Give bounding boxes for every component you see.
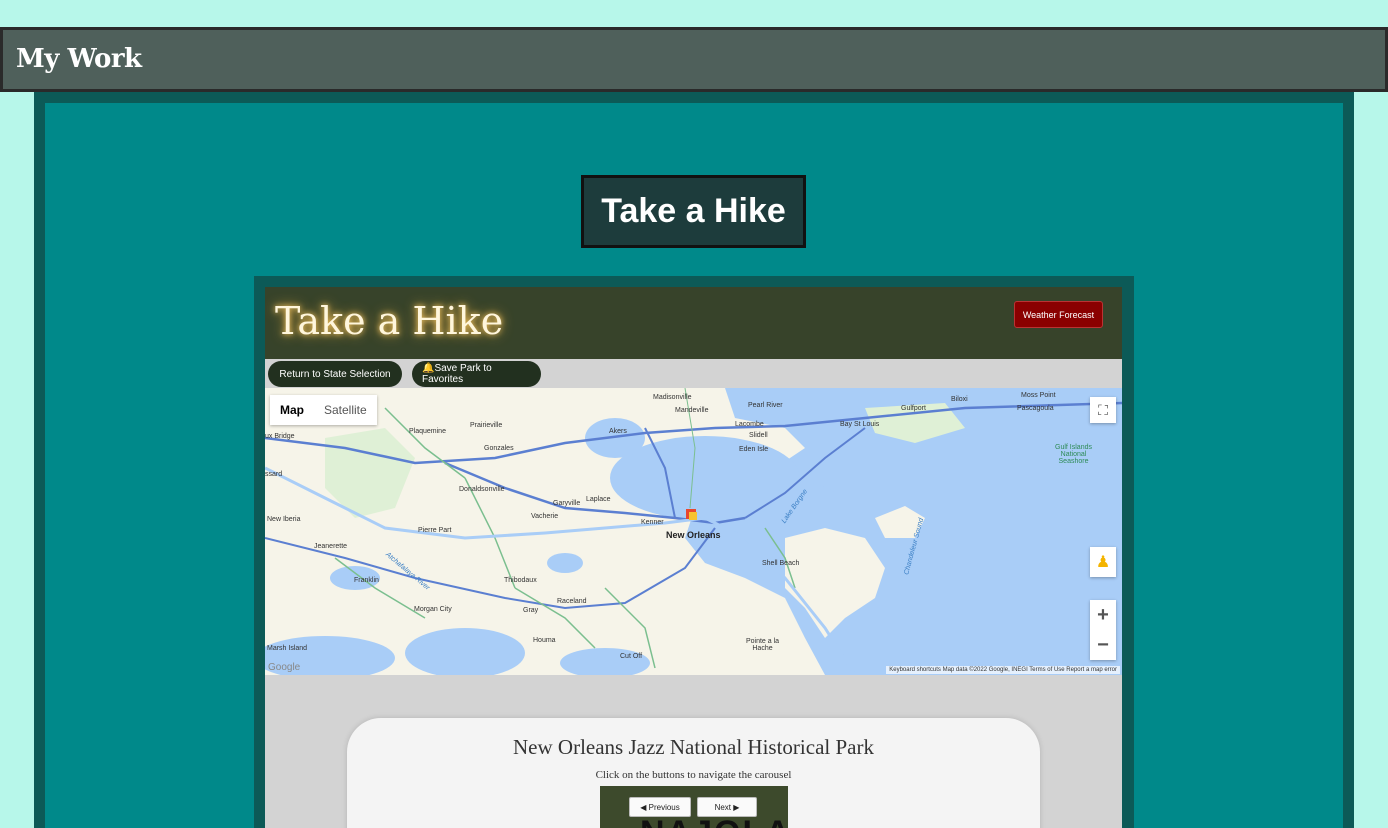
app-logo: Take a Hike	[275, 299, 504, 343]
map-label: Bay St Louis	[840, 421, 880, 428]
map-label: Vacherie	[531, 513, 559, 520]
map-label: Thibodaux	[504, 577, 537, 584]
map-label: Laplace	[586, 496, 611, 503]
map-label: Pearl River	[748, 402, 783, 409]
map-label: Lacombe	[735, 421, 764, 428]
zoom-control: + −	[1090, 600, 1116, 660]
map-label: ux Bridge	[265, 433, 295, 440]
map-label: Cut Off	[620, 653, 643, 660]
zoom-out-button[interactable]: −	[1097, 630, 1109, 660]
map-type-satellite[interactable]: Satellite	[314, 395, 377, 425]
park-carousel-card: New Orleans Jazz National Historical Par…	[347, 718, 1040, 828]
map-label: Pascagoula	[1017, 405, 1054, 412]
location-pin-icon	[686, 509, 697, 520]
map-label: Gulf Islands National Seashore	[1055, 444, 1092, 465]
map-label: Biloxi	[951, 396, 968, 403]
park-name: New Orleans Jazz National Historical Par…	[513, 735, 874, 759]
carousel-image-text: NAJOLA	[640, 814, 788, 828]
project-title: Take a Hike	[581, 175, 806, 248]
page-title: My Work	[16, 44, 142, 74]
map-label: Donaldsonville	[459, 486, 505, 493]
map-label: Houma	[533, 637, 556, 644]
map-label: Gulfport	[901, 405, 926, 412]
map-label: Jeanerette	[314, 543, 348, 550]
map-type-map[interactable]: Map	[270, 395, 314, 425]
map-label: Plaquemine	[409, 428, 446, 435]
return-to-state-button[interactable]: Return to State Selection	[268, 361, 402, 387]
map-city-new-orleans: New Orleans	[666, 530, 721, 540]
fullscreen-icon[interactable]: ⛶	[1090, 397, 1116, 423]
zoom-in-button[interactable]: +	[1097, 600, 1109, 630]
map-label: Moss Point	[1021, 392, 1056, 399]
map-footer[interactable]: Keyboard shortcuts Map data ©2022 Google…	[886, 666, 1120, 674]
map-label: Shell Beach	[762, 560, 800, 567]
map-label: Raceland	[557, 598, 587, 605]
map-label: Pierre Part	[418, 527, 452, 534]
top-bar: My Work	[0, 27, 1388, 92]
map-label: Gray	[523, 607, 539, 614]
map-type-toggle: Map Satellite	[270, 395, 377, 425]
map-label: Slidell	[749, 432, 768, 439]
map-label: ssard	[265, 471, 283, 478]
map-label: New Iberia	[267, 516, 301, 523]
map-label: Marsh Island	[267, 645, 308, 652]
map-label: Gonzales	[484, 445, 514, 452]
map-label: Pointe a la Hache	[745, 638, 780, 652]
app-nav: Return to State Selection 🔔Save Park to …	[265, 359, 1122, 388]
weather-forecast-button[interactable]: Weather Forecast	[1014, 301, 1103, 328]
map-label: Morgan City	[414, 606, 452, 613]
map-label: Prairieville	[470, 422, 503, 429]
carousel-image: ◀ Previous Next ▶ NAJOLA	[600, 786, 788, 828]
map-label: Kenner	[641, 519, 664, 526]
map-label: Franklin	[354, 577, 379, 584]
map-label: Akers	[609, 428, 627, 435]
google-logo: Google	[268, 662, 301, 673]
map-label: Mandeville	[675, 407, 709, 414]
map-label: Eden Isle	[739, 446, 769, 453]
map-label: Madisonville	[653, 394, 692, 401]
save-park-button[interactable]: 🔔Save Park to Favorites	[412, 361, 541, 387]
carousel-instructions: Click on the buttons to navigate the car…	[595, 769, 792, 781]
street-view-pegman-icon[interactable]: ♟	[1090, 547, 1116, 577]
project-screenshot[interactable]: Take a Hike Weather Forecast Return to S…	[265, 287, 1122, 828]
map-view[interactable]: Madisonville Pearl River Mandeville Laco…	[265, 388, 1122, 675]
app-header: Take a Hike Weather Forecast	[265, 287, 1122, 359]
map-label: Garyville	[553, 500, 581, 507]
